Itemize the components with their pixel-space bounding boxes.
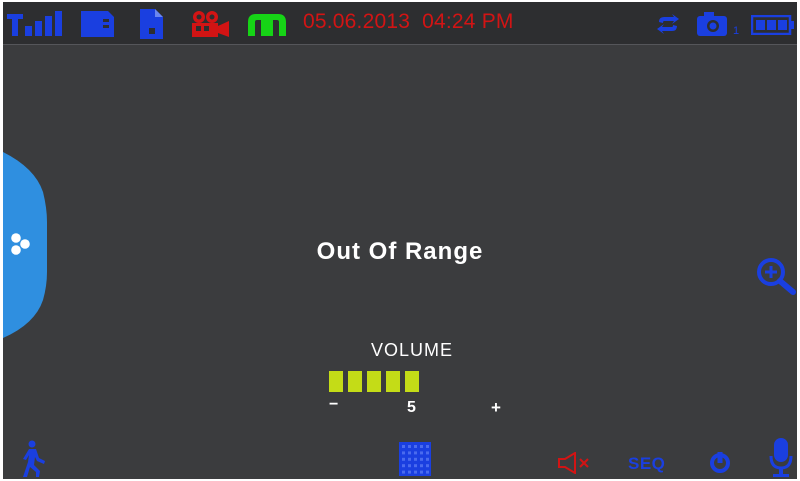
camera-screen: 05.06.2013 04:24 PM 1 Out Of Range VOLUM… [3, 2, 797, 479]
volume-title: VOLUME [370, 340, 454, 360]
video-recording-icon[interactable] [191, 10, 231, 38]
zoom-in-icon[interactable] [755, 256, 797, 298]
signal-icon [7, 11, 62, 36]
volume-bar [405, 371, 419, 392]
time-text: 04:24 PM [422, 10, 514, 33]
mute-speaker-icon[interactable] [557, 452, 591, 474]
grid-layout-icon[interactable] [399, 442, 431, 476]
camera-index-text: 1 [733, 25, 739, 37]
file-icon[interactable] [140, 9, 164, 39]
sd-card-icon[interactable] [81, 11, 115, 37]
volume-bar [348, 371, 362, 392]
out-of-range-message: Out Of Range [316, 238, 484, 265]
date-text: 05.06.2013 [303, 10, 411, 33]
volume-value: 5 [407, 399, 416, 416]
volume-bar [386, 371, 400, 392]
microphone-icon[interactable] [769, 438, 793, 478]
power-icon[interactable] [708, 450, 732, 474]
camera-icon[interactable]: 1 [697, 12, 741, 38]
walking-person-icon[interactable] [20, 440, 50, 478]
date-time-display: 05.06.2013 04:24 PM [303, 10, 514, 34]
loop-record-icon[interactable] [655, 14, 681, 34]
volume-decrease-button[interactable]: − [329, 396, 338, 414]
volume-bar [367, 371, 381, 392]
battery-icon [751, 15, 794, 35]
volume-bar [329, 371, 343, 392]
seq-button[interactable]: SEQ [628, 454, 665, 474]
status-bar: 05.06.2013 04:24 PM 1 [3, 2, 797, 45]
volume-increase-button[interactable]: + [491, 398, 501, 418]
motion-detection-icon[interactable] [246, 12, 288, 36]
